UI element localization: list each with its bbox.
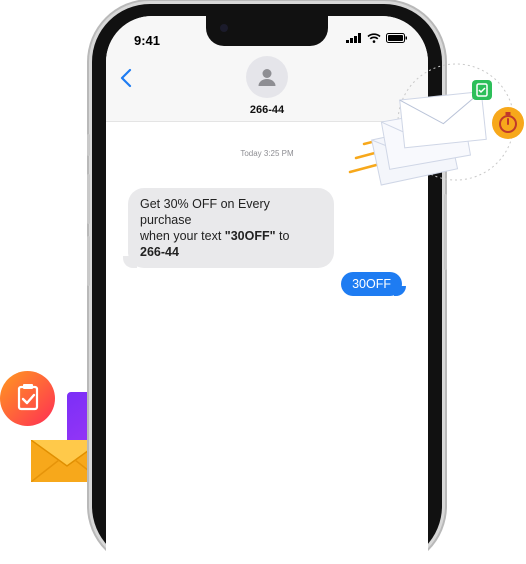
incoming-message[interactable]: Get 30% OFF on Every purchase when your … (123, 188, 334, 268)
promo-code: "30OFF" (224, 229, 276, 243)
battery-icon (386, 33, 407, 43)
incoming-line1: Get 30% OFF on Every purchase (140, 197, 270, 227)
short-code-number: 266-44 (140, 245, 179, 259)
outgoing-message[interactable]: 30OFF (341, 272, 406, 296)
incoming-line2-pre: when your text (140, 229, 225, 243)
chevron-left-icon (120, 68, 132, 88)
wifi-icon (367, 33, 381, 43)
signal-icon (346, 33, 361, 43)
outgoing-text: 30OFF (352, 277, 391, 291)
incoming-line2-post: to (275, 229, 290, 243)
envelope-icon (399, 90, 487, 149)
status-icons (346, 33, 408, 43)
back-button[interactable] (120, 68, 132, 93)
avatar[interactable] (246, 56, 288, 98)
status-time: 9:41 (134, 33, 161, 48)
sending-envelopes (340, 60, 526, 190)
notch (206, 16, 328, 46)
stopwatch-icon (492, 107, 524, 139)
clipboard-badge (0, 371, 55, 426)
person-icon (258, 69, 276, 86)
clipboard-check-icon (17, 384, 39, 411)
